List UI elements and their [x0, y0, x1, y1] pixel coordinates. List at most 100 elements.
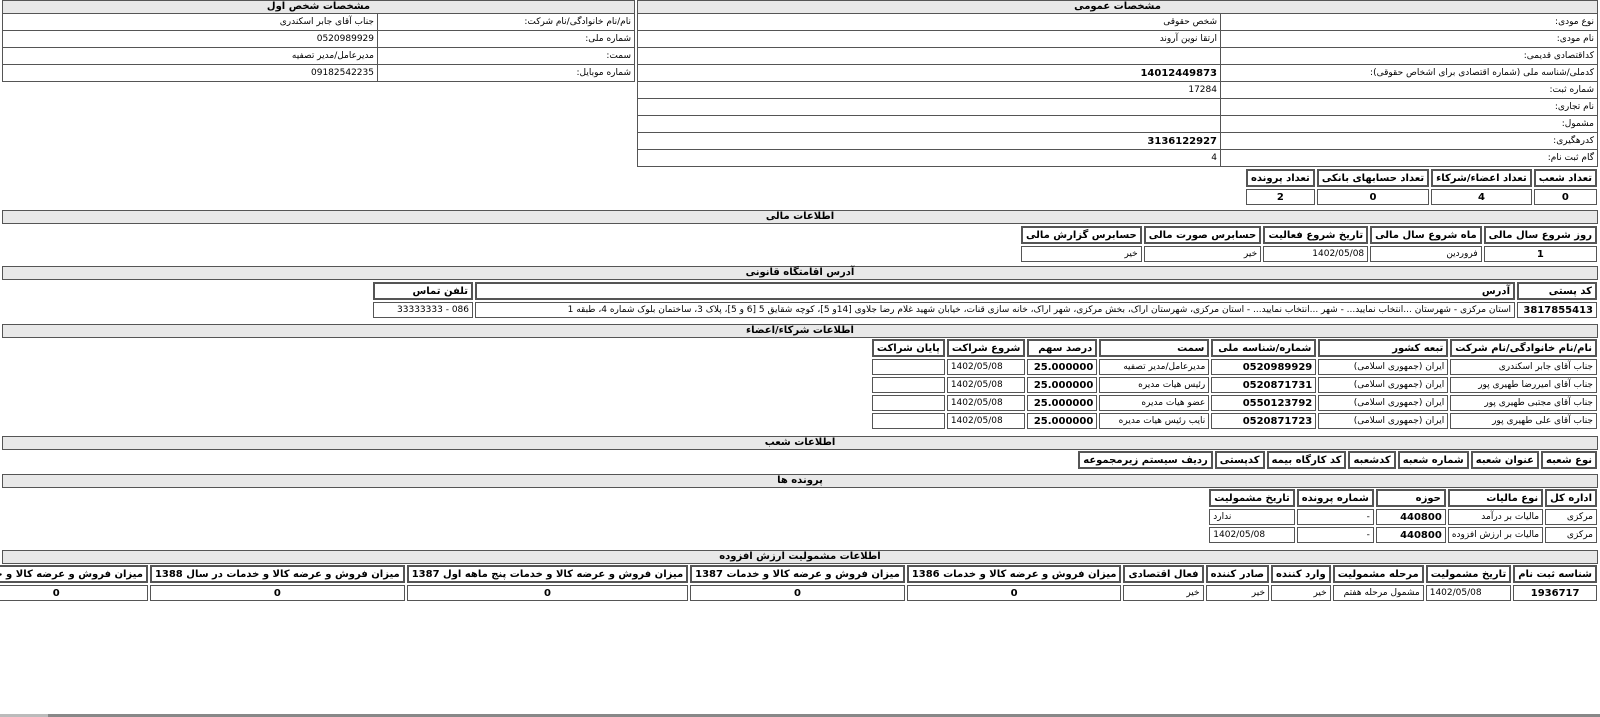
partner-row: جناب آقای علی طهیری پور ایران (جمهوری اسل…	[871, 413, 1597, 429]
vat-cell: مشمول مرحله هفتم	[1332, 585, 1424, 601]
partner-cell	[871, 413, 945, 429]
general-key: گام ثبت نام:	[1220, 149, 1598, 167]
partner-cell: ایران (جمهوری اسلامی)	[1318, 377, 1449, 393]
general-value: 17284	[637, 81, 1221, 99]
partner-cell: مدیرعامل/مدیر تصفیه	[1099, 359, 1210, 375]
vat-header: تاریخ مشمولیت	[1425, 565, 1512, 583]
partner-cell: ایران (جمهوری اسلامی)	[1318, 359, 1449, 375]
vat-cell: 0	[406, 585, 689, 601]
general-key: شماره ثبت:	[1220, 81, 1598, 99]
general-row: کداقتصادی قدیمی:	[637, 47, 1598, 65]
file-row: مرکزی مالیات بر درآمد 440800- ندارد	[1209, 509, 1597, 525]
vat-cell: 0	[0, 585, 148, 601]
partners-header: نام/نام خانوادگی/نام شرکت	[1450, 339, 1597, 357]
vat-cell: 0	[149, 585, 405, 601]
partners-title: اطلاعات شرکاء/اعضاء	[2, 324, 1598, 338]
partner-cell: 25.000000	[1027, 395, 1098, 411]
first-person-row: شماره موبایل: 09182542235	[2, 64, 635, 82]
vat-table: شناسه ثبت نام تاریخ مشمولیت مرحله مشمولیت و…	[0, 563, 1599, 603]
vat-header: صادر کننده	[1205, 565, 1270, 583]
counts-cell: 0	[1316, 189, 1430, 205]
vat-header: فعال اقتصادی	[1123, 565, 1204, 583]
vat-header: شناسه ثبت نام	[1513, 565, 1597, 583]
general-value: 3136122927	[637, 132, 1221, 150]
partners-header: شروع شراکت	[946, 339, 1026, 357]
partners-header: سمت	[1099, 339, 1210, 357]
file-cell: 440800	[1375, 527, 1446, 543]
vat-header: وارد کننده	[1271, 565, 1331, 583]
partner-cell: جناب آقای مجتبی طهیری پور	[1450, 395, 1597, 411]
partner-row: جناب آقای جابر اسکندری ایران (جمهوری اسلا…	[871, 359, 1597, 375]
address-cell: 086 - 33333333	[373, 302, 473, 318]
financial-cell: 1	[1483, 246, 1597, 262]
general-value: شخص حقوقی	[637, 13, 1221, 31]
address-header: آدرس	[475, 282, 1515, 300]
general-row: نوع مودی: شخص حقوقی	[637, 13, 1598, 31]
partners-header: درصد سهم	[1027, 339, 1098, 357]
vat-header: میزان فروش و عرضه کالا و خدمات	[0, 565, 148, 583]
financial-cell: خیر	[1143, 246, 1262, 262]
address-title: آدرس اقامتگاه قانونی	[2, 266, 1598, 280]
vat-cell: 1402/05/08	[1425, 585, 1512, 601]
first-person-value: جناب آقای جابر اسکندری	[2, 13, 378, 31]
general-key: نام مودی:	[1220, 30, 1598, 48]
financial-header: حسابرس گزارش مالی	[1021, 226, 1142, 244]
files-title: پرونده ها	[2, 474, 1598, 488]
first-person-key: شماره موبایل:	[377, 64, 635, 82]
file-cell: -	[1296, 527, 1374, 543]
branches-table: نوع شعبه عنوان شعبه شماره شعبه کدشعبه کد کار…	[1076, 449, 1599, 471]
files-header: تاریخ مشمولیت	[1209, 489, 1295, 507]
partner-cell: 1402/05/08	[946, 395, 1026, 411]
branches-title: اطلاعات شعب	[2, 436, 1598, 450]
vat-header: میزان فروش و عرضه کالا و خدمات 1387	[690, 565, 905, 583]
branches-header: کدشعبه	[1348, 451, 1396, 469]
vat-cell: خیر	[1271, 585, 1331, 601]
partners-header: تبعه کشور	[1318, 339, 1449, 357]
general-row: گام ثبت نام: 4	[637, 149, 1598, 167]
partner-cell: 0550123792	[1211, 395, 1317, 411]
branches-header: کد کارگاه بیمه	[1266, 451, 1347, 469]
partners-header: پایان شراکت	[871, 339, 945, 357]
file-cell: مالیات بر درآمد	[1447, 509, 1544, 525]
general-row: نام مودی: ارتقا نوین آروند	[637, 30, 1598, 48]
vat-header: میزان فروش و عرضه کالا و خدمات 1386	[906, 565, 1122, 583]
counts-cell: 2	[1245, 189, 1315, 205]
general-value: 14012449873	[637, 64, 1221, 82]
counts-table: تعداد شعب تعداد اعضاء/شرکاء تعداد حسابهای …	[1244, 167, 1599, 207]
first-person-table: نام/نام خانوادگی/نام شرکت: جناب آقای جابر…	[2, 13, 635, 82]
partner-cell: 0520989929	[1211, 359, 1317, 375]
partner-cell: ایران (جمهوری اسلامی)	[1318, 395, 1449, 411]
files-header: حوزه	[1375, 489, 1446, 507]
first-person-key: نام/نام خانوادگی/نام شرکت:	[377, 13, 635, 31]
first-person-value: 0520989929	[2, 30, 378, 48]
general-row: مشمول:	[637, 115, 1598, 133]
general-value	[637, 47, 1221, 65]
file-cell: ندارد	[1209, 509, 1295, 525]
vat-title: اطلاعات مشمولیت ارزش افزوده	[2, 550, 1598, 564]
files-header: شماره پرونده	[1296, 489, 1374, 507]
partners-table: نام/نام خانوادگی/نام شرکت تبعه کشور شماره/…	[870, 337, 1599, 431]
address-table: کد پستی آدرس تلفن تماس 3817855413 استان مرک…	[371, 280, 1599, 320]
financial-header: حسابرس صورت مالی	[1143, 226, 1262, 244]
file-cell: 1402/05/08	[1209, 527, 1295, 543]
general-value	[637, 98, 1221, 116]
general-table: نوع مودی: شخص حقوقی نام مودی: ارتقا نوین آر…	[637, 13, 1598, 167]
counts-header: تعداد حسابهای بانکی	[1316, 169, 1430, 187]
partner-cell: جناب آقای علی طهیری پور	[1450, 413, 1597, 429]
file-cell: 440800	[1375, 509, 1446, 525]
first-person-title: مشخصات شخص اول	[2, 0, 635, 14]
financial-cell: فروردین	[1370, 246, 1482, 262]
financial-cell: 1402/05/08	[1263, 246, 1369, 262]
counts-cell: 4	[1431, 189, 1532, 205]
counts-header: تعداد پرونده	[1245, 169, 1315, 187]
counts-header: تعداد شعب	[1533, 169, 1597, 187]
partner-cell: عضو هیات مدیره	[1099, 395, 1210, 411]
address-header: کد پستی	[1517, 282, 1597, 300]
partner-cell: 0520871723	[1211, 413, 1317, 429]
partner-cell: 1402/05/08	[946, 377, 1026, 393]
general-key: کدملی/شناسه ملی (شماره اقتصادی برای اشخا…	[1220, 64, 1598, 82]
financial-header: تاریخ شروع فعالیت	[1263, 226, 1369, 244]
address-header: تلفن تماس	[373, 282, 473, 300]
first-person-key: شماره ملی:	[377, 30, 635, 48]
partners-header: شماره/شناسه ملی	[1211, 339, 1317, 357]
